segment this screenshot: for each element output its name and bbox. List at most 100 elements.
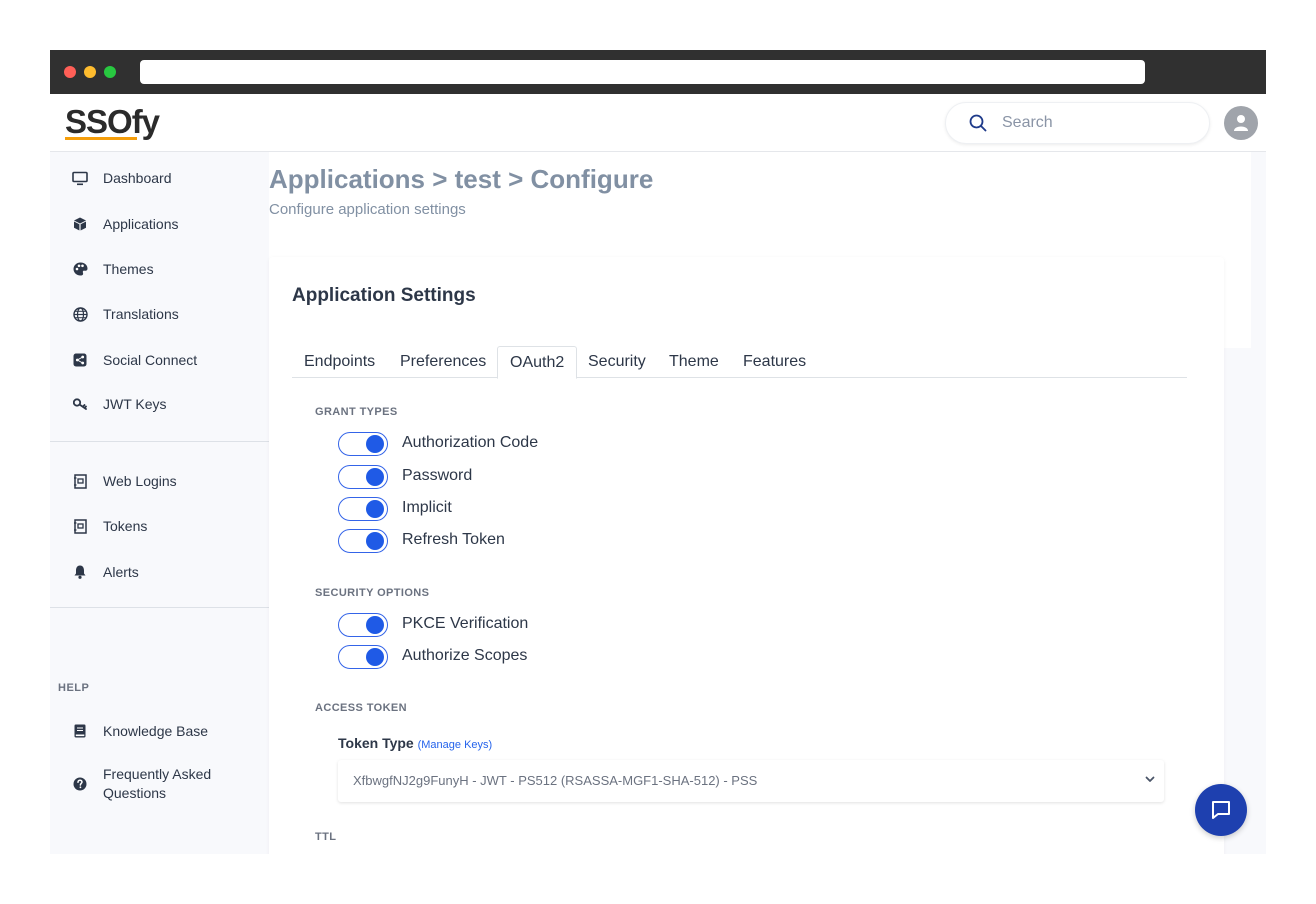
grant-refresh-token: Refresh Token: [338, 529, 738, 553]
sidebar-divider: [50, 607, 269, 608]
security-options-label: SECURITY OPTIONS: [315, 587, 430, 599]
faq-label-line2: Questions: [103, 785, 167, 801]
option-authorize-scopes: Authorize Scopes: [338, 645, 738, 669]
sidebar-divider: [50, 441, 269, 442]
toggle-switch[interactable]: [338, 497, 388, 521]
sidebar-item-label: JWT Keys: [103, 395, 167, 412]
toggle-knob: [366, 648, 384, 666]
sidebar-item-label: Themes: [103, 260, 154, 277]
token-type-label: Token Type (Manage Keys): [338, 735, 492, 751]
search-box[interactable]: [945, 102, 1210, 144]
sidebar-item-tokens[interactable]: Tokens: [50, 508, 269, 544]
sidebar-item-label: Frequently Asked Questions: [103, 765, 211, 803]
help-heading: HELP: [58, 682, 90, 694]
toggle-label: PKCE Verification: [402, 615, 529, 632]
avatar[interactable]: [1224, 106, 1258, 140]
toggle-label: Authorization Code: [402, 434, 539, 451]
question-circle-icon: [72, 776, 88, 792]
toggle-label: Refresh Token: [402, 531, 505, 548]
tab-endpoints[interactable]: Endpoints: [292, 346, 387, 378]
globe-icon: [72, 306, 88, 322]
id-card-icon: [72, 518, 88, 534]
logo-text: SSOfy: [65, 103, 160, 140]
sidebar-item-alerts[interactable]: Alerts: [50, 554, 269, 590]
toggle-knob: [366, 532, 384, 550]
sidebar-item-applications[interactable]: Applications: [50, 206, 269, 242]
ttl-label: TTL: [315, 831, 337, 843]
toggle-switch[interactable]: [338, 529, 388, 553]
search-icon: [969, 114, 987, 132]
toggle-switch[interactable]: [338, 432, 388, 456]
sidebar-item-label: Dashboard: [103, 169, 172, 186]
id-card-icon: [72, 473, 88, 489]
sidebar-item-faq[interactable]: Frequently Asked Questions: [50, 762, 269, 806]
chat-button[interactable]: [1195, 784, 1247, 836]
tab-oauth2[interactable]: OAuth2: [497, 346, 578, 379]
sidebar-item-social-connect[interactable]: Social Connect: [50, 342, 269, 378]
sidebar-item-knowledge-base[interactable]: Knowledge Base: [50, 713, 269, 749]
manage-keys-link[interactable]: (Manage Keys): [418, 739, 493, 751]
logo-underline: [65, 137, 137, 140]
key-icon: [72, 396, 88, 412]
sidebar-item-jwt-keys[interactable]: JWT Keys: [50, 386, 269, 422]
toggle-knob: [366, 468, 384, 486]
minimize-window-button[interactable]: [84, 66, 96, 78]
user-icon: [1234, 115, 1248, 131]
top-bar: SSOfy: [50, 94, 1266, 152]
page-title: Applications > test > Configure: [269, 164, 654, 194]
access-token-label: ACCESS TOKEN: [315, 702, 407, 714]
sidebar: Dashboard Applications Themes Translatio…: [50, 152, 269, 854]
grant-types-label: GRANT TYPES: [315, 406, 398, 418]
tab-theme[interactable]: Theme: [657, 346, 731, 378]
toggle-label: Password: [402, 467, 473, 484]
sidebar-item-label: Translations: [103, 305, 179, 322]
toggle-switch[interactable]: [338, 645, 388, 669]
logo[interactable]: SSOfy: [65, 103, 160, 141]
toggle-switch[interactable]: [338, 613, 388, 637]
grant-authorization-code: Authorization Code: [338, 432, 738, 456]
settings-card: Application Settings Endpoints Preferenc…: [269, 257, 1224, 854]
option-pkce-verification: PKCE Verification: [338, 613, 738, 637]
sidebar-item-web-logins[interactable]: Web Logins: [50, 463, 269, 499]
share-icon: [72, 352, 88, 368]
tab-preferences[interactable]: Preferences: [388, 346, 498, 378]
sidebar-item-label: Web Logins: [103, 472, 177, 489]
bell-icon: [72, 564, 88, 580]
sidebar-item-label: Social Connect: [103, 351, 198, 368]
grant-password: Password: [338, 465, 738, 489]
sidebar-item-dashboard[interactable]: Dashboard: [50, 160, 269, 196]
cube-icon: [72, 216, 88, 232]
browser-window: SSOfy Dashboard: [50, 50, 1266, 854]
book-icon: [72, 723, 88, 739]
sidebar-item-translations[interactable]: Translations: [50, 296, 269, 332]
chevron-down-icon: [1145, 776, 1155, 782]
chat-icon: [1212, 801, 1230, 819]
palette-icon: [72, 261, 88, 277]
address-bar[interactable]: [140, 60, 1145, 84]
sidebar-item-label: Alerts: [103, 563, 139, 580]
page-subtitle: Configure application settings: [269, 201, 466, 218]
faq-label-line1: Frequently Asked: [103, 766, 212, 782]
browser-chrome: [50, 50, 1266, 94]
settings-tabs: Endpoints Preferences OAuth2 Security Th…: [292, 346, 1187, 379]
sidebar-item-label: Tokens: [103, 517, 148, 534]
grant-implicit: Implicit: [338, 497, 738, 521]
tab-security[interactable]: Security: [576, 346, 658, 378]
search-input[interactable]: [1002, 112, 1192, 134]
close-window-button[interactable]: [64, 66, 76, 78]
maximize-window-button[interactable]: [104, 66, 116, 78]
sidebar-item-label: Knowledge Base: [103, 722, 209, 739]
toggle-knob: [366, 500, 384, 518]
toggle-label: Implicit: [402, 499, 452, 516]
token-type-select[interactable]: XfbwgfNJ2g9FunyH - JWT - PS512 (RSASSA-M…: [338, 760, 1164, 802]
sidebar-item-label: Applications: [103, 215, 179, 232]
toggle-knob: [366, 435, 384, 453]
tab-features[interactable]: Features: [731, 346, 818, 378]
token-type-value: XfbwgfNJ2g9FunyH - JWT - PS512 (RSASSA-M…: [353, 773, 758, 788]
card-title: Application Settings: [292, 285, 476, 306]
token-type-text: Token Type: [338, 735, 414, 751]
toggle-knob: [366, 616, 384, 634]
sidebar-item-themes[interactable]: Themes: [50, 251, 269, 287]
toggle-switch[interactable]: [338, 465, 388, 489]
toggle-label: Authorize Scopes: [402, 647, 528, 664]
